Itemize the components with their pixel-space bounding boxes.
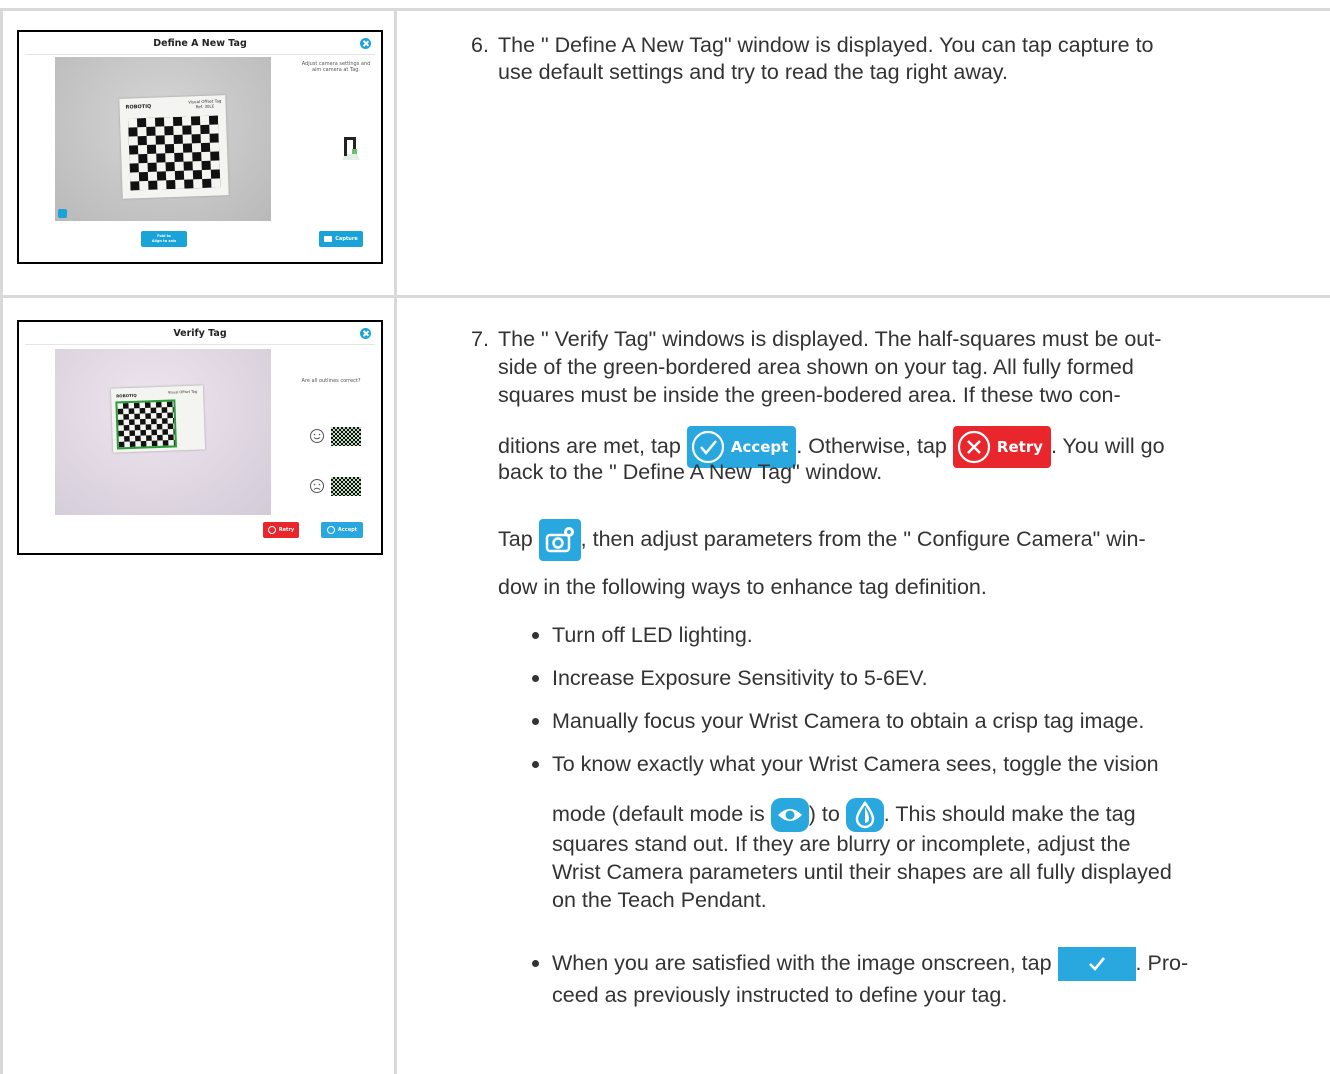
tag-label: Visual Offset Tag bbox=[167, 389, 198, 395]
incorrect-example-thumb bbox=[331, 477, 361, 496]
list-item: Turn off LED lighting. bbox=[532, 622, 753, 649]
capture-button: Capture bbox=[319, 231, 363, 247]
table-column-divider bbox=[394, 8, 397, 1074]
correct-example-thumb bbox=[331, 427, 361, 446]
accept-button: Accept bbox=[321, 522, 363, 538]
retry-inline-button: Retry bbox=[952, 426, 1051, 469]
close-icon bbox=[360, 328, 371, 339]
step-7-line-5: back to the " Define A New Tag" window. bbox=[498, 460, 883, 484]
close-icon bbox=[360, 38, 371, 49]
bullet-5-line-2: ceed as previously instructed to define … bbox=[552, 983, 1008, 1007]
camera-view: ROBOTIQ Visual Offset Tag bbox=[55, 349, 271, 515]
x-circle-icon bbox=[957, 431, 990, 464]
step-7-line-2: side of the green-bordered area shown on… bbox=[498, 355, 1134, 379]
instruction-hint: Adjust camera settings and aim camera at … bbox=[301, 61, 371, 73]
step-7-line-1: The " Verify Tag" windows is displayed. … bbox=[498, 327, 1162, 351]
step-6-line-2: use default settings and try to read the… bbox=[498, 60, 1008, 84]
list-item: Manually focus your Wrist Camera to obta… bbox=[532, 708, 1144, 735]
bullet-4-line-3: squares stand out. If they are blurry or… bbox=[552, 832, 1131, 856]
step-6-number: 6. bbox=[471, 33, 489, 57]
tag-brand: ROBOTIQ bbox=[116, 392, 137, 399]
define-tag-screenshot: Define A New Tag ROBOTIQ Visual Offset T… bbox=[17, 30, 383, 264]
list-item: To know exactly what your Wrist Camera s… bbox=[532, 751, 1159, 778]
sad-face-icon bbox=[310, 479, 324, 493]
contrast-drop-icon bbox=[845, 798, 884, 833]
tag-ref: Ref. 30LE bbox=[195, 103, 215, 110]
table-left-border bbox=[0, 8, 3, 1074]
bullet-4-line-5: on the Teach Pendant. bbox=[552, 888, 767, 912]
tag-card: ROBOTIQ Visual Offset Tag bbox=[110, 385, 206, 453]
table-top-border bbox=[0, 8, 1330, 11]
eye-icon bbox=[770, 798, 809, 833]
table-row-divider bbox=[0, 295, 1330, 298]
checkerboard bbox=[127, 115, 221, 191]
camera-settings-icon bbox=[58, 209, 67, 218]
ok-check-button bbox=[1057, 947, 1136, 982]
camera-settings-icon bbox=[538, 519, 581, 562]
checkerboard bbox=[115, 399, 177, 450]
list-item: Increase Exposure Sensitivity to 5-6EV. bbox=[532, 665, 928, 692]
verify-tag-screenshot: Verify Tag ROBOTIQ Visual Offset Tag Are… bbox=[17, 320, 383, 555]
tap-camera-line-2: dow in the following ways to enhance tag… bbox=[498, 575, 987, 599]
retry-button: Retry bbox=[263, 522, 299, 538]
vision-mode-line: mode (default mode is ) to . This should… bbox=[552, 794, 1136, 834]
camera-view: ROBOTIQ Visual Offset Tag Ref. 30LE bbox=[55, 57, 271, 221]
tap-camera-line: Tap , then adjust parameters from the " … bbox=[498, 518, 1146, 562]
tag-brand: ROBOTIQ bbox=[125, 103, 152, 111]
step-7-line-3: squares must be inside the green-bodered… bbox=[498, 383, 1121, 407]
step-6-line-1: The " Define A New Tag" window is displa… bbox=[498, 33, 1154, 57]
robot-arm-icon bbox=[342, 137, 360, 160]
step-7-number: 7. bbox=[471, 327, 489, 351]
verify-question: Are all outlines correct? bbox=[301, 378, 361, 384]
checkmark-icon bbox=[1088, 957, 1105, 972]
tag-card: ROBOTIQ Visual Offset Tag Ref. 30LE bbox=[119, 95, 229, 199]
list-item: When you are satisfied with the image on… bbox=[532, 946, 1188, 982]
window-title: Verify Tag bbox=[173, 328, 227, 339]
align-axis-button: Fold to Align to axis bbox=[141, 231, 187, 247]
happy-face-icon bbox=[310, 429, 324, 443]
hint-line-2: aim camera at Tag. bbox=[311, 67, 361, 73]
bullet-4-line-4: Wrist Camera parameters until their shap… bbox=[552, 860, 1172, 884]
window-title: Define A New Tag bbox=[153, 38, 247, 49]
